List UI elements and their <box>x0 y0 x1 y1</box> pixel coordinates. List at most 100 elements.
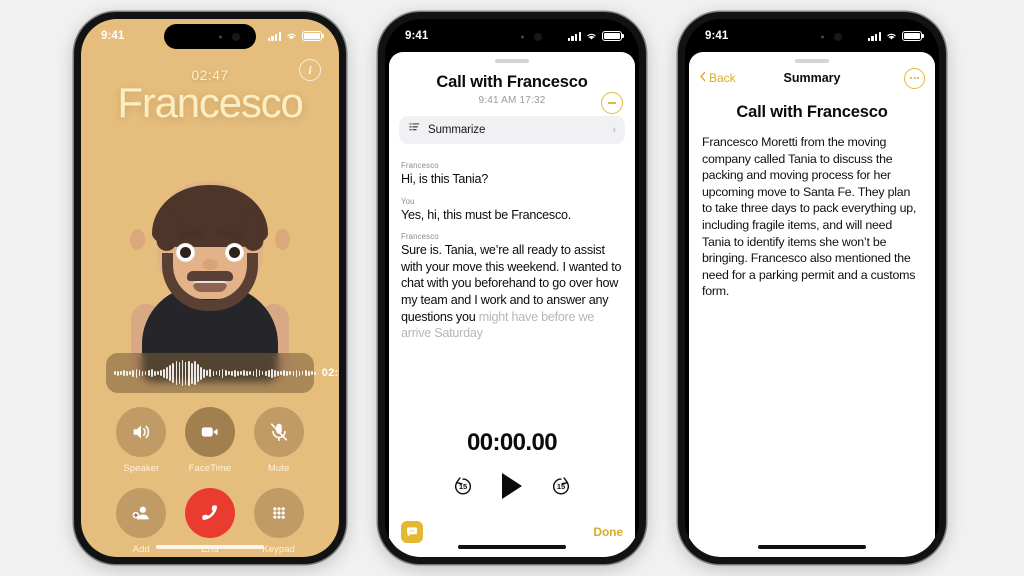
wifi-icon <box>285 31 298 41</box>
waveform-bar <box>295 369 298 377</box>
front-camera-icon <box>534 32 542 41</box>
transcript-speaker: You <box>401 196 415 206</box>
waveform-bar <box>230 370 233 376</box>
waveform-bar <box>274 369 276 377</box>
player-timecode: 00:00.00 <box>467 429 558 456</box>
call-control-end[interactable]: End <box>176 488 245 555</box>
wifi-icon <box>885 31 898 41</box>
memoji-avatar <box>130 167 290 382</box>
notch-indicator-dot <box>219 35 222 38</box>
call-control-facetime[interactable]: FaceTime <box>176 407 245 474</box>
battery-icon <box>302 31 322 41</box>
done-button[interactable]: Done <box>593 525 623 539</box>
call-control-label: Mute <box>267 463 290 474</box>
waveform-bar <box>184 361 187 385</box>
front-camera-icon <box>232 32 240 41</box>
waveform-bar <box>221 368 224 378</box>
more-circle-icon[interactable] <box>904 67 925 89</box>
waveform-bar <box>255 369 258 377</box>
navigation-bar: Back Summary <box>689 63 935 93</box>
waveform-bar <box>307 370 310 376</box>
waveform-bar <box>292 370 295 376</box>
caller-name: Francesco <box>117 79 303 126</box>
phone-3-summary-screen: 9:41 Back Summary Call with Francesco Fr… <box>678 12 946 564</box>
dynamic-island <box>766 24 858 49</box>
back-button-label: Back <box>709 71 736 85</box>
waveform-bar <box>212 370 215 376</box>
waveform-bar <box>190 362 193 384</box>
waveform-bar <box>144 371 147 375</box>
memoji-nose <box>202 259 218 270</box>
waveform-bar <box>147 370 150 376</box>
minus-circle-icon[interactable] <box>601 92 623 114</box>
video-camera-icon[interactable] <box>184 407 235 457</box>
call-control-speaker[interactable]: Speaker <box>107 407 176 474</box>
battery-icon <box>902 31 922 41</box>
summary-sheet: Back Summary Call with Francesco Frances… <box>689 52 935 557</box>
summarize-list-icon <box>408 121 421 139</box>
skip-back-15-icon[interactable]: 15 <box>452 475 474 497</box>
play-icon[interactable] <box>502 473 522 499</box>
waveform-bar <box>246 370 249 376</box>
summary-title: Call with Francesco <box>736 103 888 121</box>
waveform-bar <box>283 370 285 376</box>
home-indicator[interactable] <box>758 545 866 549</box>
transcript-bubble-icon[interactable] <box>401 521 423 543</box>
waveform-bar <box>298 370 301 376</box>
skip-forward-label: 15 <box>556 481 566 491</box>
waveform-bar <box>289 371 292 375</box>
waveform-bar <box>286 370 289 376</box>
call-info-icon[interactable]: i <box>299 59 321 81</box>
summarize-label: Summarize <box>428 124 486 136</box>
waveform-bar <box>175 361 178 385</box>
call-control-mute[interactable]: Mute <box>244 407 313 474</box>
waveform-bar <box>194 361 196 385</box>
waveform-bar <box>234 369 236 377</box>
sheet-subtitle: 9:41 AM 17:32 <box>478 95 546 106</box>
waveform-bar <box>261 371 264 375</box>
waveform-bar <box>117 370 119 376</box>
waveform-bar <box>123 370 125 376</box>
microphone-slash-icon[interactable] <box>253 407 304 457</box>
waveform-bar <box>141 370 144 376</box>
waveform-bar <box>197 364 199 382</box>
waveform-bar <box>311 371 313 375</box>
audio-player: 00:00.00 15 15 Done <box>389 429 635 557</box>
call-control-keypad[interactable]: Keypad <box>244 488 313 555</box>
page-title: Summary <box>783 71 841 85</box>
waveform-bar <box>209 369 212 377</box>
audio-waveform-icon <box>114 360 316 386</box>
status-bar-indicators <box>567 31 622 41</box>
waveform-bar <box>166 367 169 379</box>
status-bar-indicators <box>867 31 922 41</box>
home-indicator[interactable] <box>458 545 566 549</box>
waveform-bar <box>157 371 159 375</box>
waveform-bar <box>172 363 175 383</box>
chevron-left-icon <box>699 71 707 85</box>
skip-back-label: 15 <box>458 481 468 491</box>
memoji-mouth <box>193 281 227 292</box>
add-person-icon[interactable] <box>116 488 167 538</box>
call-control-add[interactable]: Add <box>107 488 176 555</box>
waveform-bar <box>227 371 230 375</box>
end-call-icon[interactable] <box>184 488 235 538</box>
summarize-row[interactable]: Summarize › <box>399 116 625 144</box>
waveform-bar <box>215 371 218 375</box>
transcript-text: Sure is. Tania, we’re all ready to assis… <box>401 242 623 342</box>
waveform-bar <box>150 369 153 377</box>
skip-forward-15-icon[interactable]: 15 <box>550 475 572 497</box>
call-recording-pill[interactable]: 02:32 <box>106 353 339 393</box>
waveform-bar <box>135 368 138 378</box>
status-bar: 9:41 <box>81 19 339 53</box>
cellular-bars-icon <box>267 31 281 41</box>
speaker-icon[interactable] <box>116 407 167 457</box>
back-button[interactable]: Back <box>699 71 736 85</box>
waveform-bar <box>129 371 132 375</box>
memoji-mustache <box>187 271 233 281</box>
sheet-grabber[interactable] <box>495 59 529 63</box>
recording-elapsed-time: 02:32 <box>321 367 339 379</box>
keypad-icon[interactable] <box>253 488 304 538</box>
call-control-label: End <box>201 544 219 555</box>
cellular-bars-icon <box>867 31 881 41</box>
phone-2-screen: 9:41 Call with Francesco 9:41 AM 17:32 S… <box>385 19 639 557</box>
